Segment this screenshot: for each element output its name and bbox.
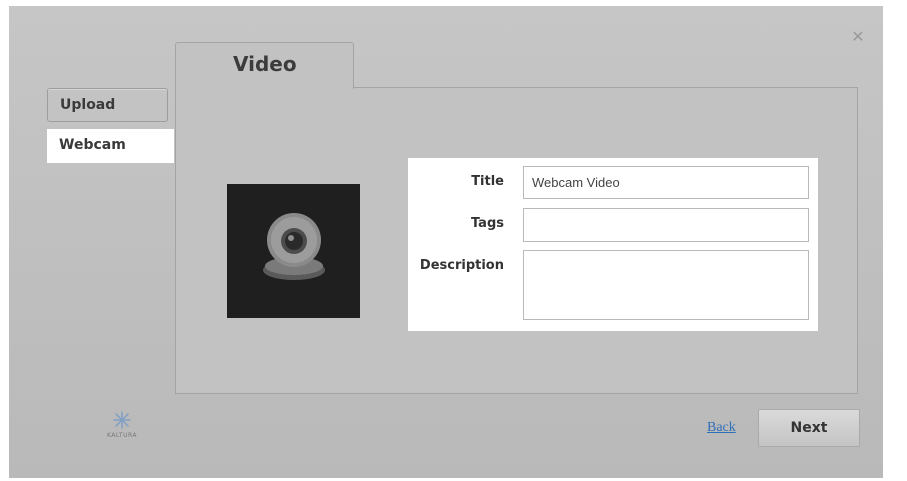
panel-title: Video — [233, 52, 297, 76]
title-label: Title — [471, 174, 504, 189]
title-input[interactable] — [523, 166, 809, 199]
webcam-preview — [227, 184, 360, 318]
logo-text: KALTURA — [106, 432, 138, 439]
sidebar-tab-upload[interactable]: Upload — [47, 88, 168, 122]
back-link[interactable]: Back — [707, 420, 736, 436]
next-button[interactable]: Next — [758, 409, 860, 447]
sidebar-tab-webcam[interactable]: Webcam — [47, 129, 174, 163]
tags-label: Tags — [470, 216, 504, 231]
close-icon[interactable]: ✕ — [849, 28, 867, 46]
kaltura-logo-icon — [92, 408, 152, 448]
webcam-icon — [263, 213, 325, 280]
description-label: Description — [419, 258, 504, 273]
description-input[interactable] — [523, 250, 809, 320]
tags-input[interactable] — [523, 208, 809, 242]
